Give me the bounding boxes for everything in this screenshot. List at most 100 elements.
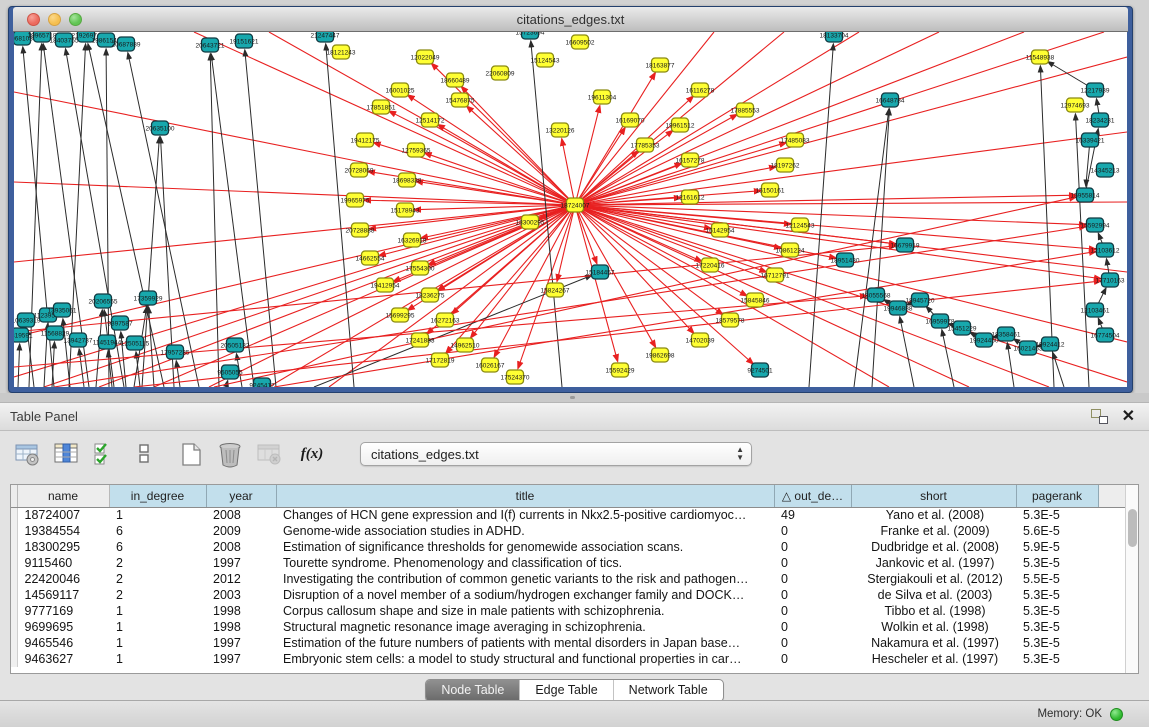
cell-name[interactable]: 9465546 [17,635,109,651]
cell-in_degree[interactable]: 1 [109,651,206,667]
table-row[interactable]: 946554611997Estimation of the future num… [11,635,1127,651]
cell-year[interactable]: 2009 [206,523,276,539]
splitter-handle[interactable] [570,396,575,399]
cell-year[interactable]: 1998 [206,603,276,619]
table-selector-dropdown[interactable]: citations_edges.txt ▲▼ [360,442,752,466]
network-window-titlebar[interactable]: citations_edges.txt [13,7,1128,32]
cell-in_degree[interactable]: 1 [109,635,206,651]
cell-year[interactable]: 2012 [206,571,276,587]
cell-short[interactable]: Yano et al. (2008) [851,507,1016,523]
panel-splitter[interactable] [0,393,1149,402]
function-builder-icon[interactable]: f(x) [297,440,327,468]
cell-short[interactable]: Jankovic et al. (1997) [851,555,1016,571]
column-header-title[interactable]: title [276,485,774,507]
cell-name[interactable]: 9115460 [17,555,109,571]
table-row[interactable]: 1938455462009Genome-wide association stu… [11,523,1127,539]
cell-name[interactable]: 9777169 [17,603,109,619]
float-window-icon[interactable] [1091,409,1108,424]
table-mode-icon[interactable] [12,440,42,468]
node-table[interactable]: namein_degreeyeartitle△ out_de…shortpage… [10,484,1139,674]
cell-name[interactable]: 9699695 [17,619,109,635]
cell-short[interactable]: Franke et al. (2009) [851,523,1016,539]
cell-in_degree[interactable]: 6 [109,539,206,555]
cell-name[interactable]: 18300295 [17,539,109,555]
cell-out_de[interactable]: 0 [774,539,851,555]
table-row[interactable]: 2242004622012Investigating the contribut… [11,571,1127,587]
cell-in_degree[interactable]: 6 [109,523,206,539]
cell-pagerank[interactable]: 5.3E-5 [1016,507,1098,523]
cell-name[interactable]: 22420046 [17,571,109,587]
cell-in_degree[interactable]: 2 [109,571,206,587]
select-columns-icon[interactable] [90,440,120,468]
cell-out_de[interactable]: 0 [774,603,851,619]
cell-short[interactable]: Wolkin et al. (1998) [851,619,1016,635]
cell-year[interactable]: 1998 [206,619,276,635]
new-table-icon[interactable] [176,440,206,468]
cell-title[interactable]: Corpus callosum shape and size in male p… [276,603,774,619]
cell-out_de[interactable]: 0 [774,555,851,571]
column-header-name[interactable]: name [17,485,109,507]
minimize-window-button[interactable] [48,13,61,26]
delete-columns-icon[interactable] [215,440,245,468]
column-header-short[interactable]: short [851,485,1016,507]
cell-out_de[interactable]: 0 [774,571,851,587]
cell-title[interactable]: Genome-wide association studies in ADHD. [276,523,774,539]
cell-title[interactable]: Estimation of the future numbers of pati… [276,635,774,651]
column-header-year[interactable]: year [206,485,276,507]
cell-pagerank[interactable]: 5.3E-5 [1016,635,1098,651]
citation-network-graph[interactable]: 1872400718300295206810301996571818403755… [14,32,1127,387]
cell-name[interactable]: 9463627 [17,651,109,667]
zoom-window-button[interactable] [69,13,82,26]
cell-short[interactable]: de Silva et al. (2003) [851,587,1016,603]
table-row[interactable]: 1830029562008Estimation of significance … [11,539,1127,555]
cell-pagerank[interactable]: 5.3E-5 [1016,555,1098,571]
cell-pagerank[interactable]: 5.9E-5 [1016,539,1098,555]
scrollbar-thumb[interactable] [1128,509,1137,547]
close-panel-icon[interactable]: ✕ [1122,409,1135,424]
cell-pagerank[interactable]: 5.6E-5 [1016,523,1098,539]
table-row[interactable]: 969969511998Structural magnetic resonanc… [11,619,1127,635]
table-row[interactable]: 977716911998Corpus callosum shape and si… [11,603,1127,619]
show-column-icon[interactable] [51,440,81,468]
column-header-in_degree[interactable]: in_degree [109,485,206,507]
cell-in_degree[interactable]: 1 [109,603,206,619]
network-canvas[interactable]: 1872400718300295206810301996571818403755… [14,32,1127,387]
column-header-pagerank[interactable]: pagerank [1016,485,1098,507]
cell-year[interactable]: 1997 [206,635,276,651]
cell-title[interactable]: Estimation of significance thresholds fo… [276,539,774,555]
cell-year[interactable]: 2003 [206,587,276,603]
cell-short[interactable]: Stergiakouli et al. (2012) [851,571,1016,587]
cell-name[interactable]: 19384554 [17,523,109,539]
cell-out_de[interactable]: 0 [774,651,851,667]
table-row[interactable]: 1456911722003Disruption of a novel membe… [11,587,1127,603]
cell-pagerank[interactable]: 5.3E-5 [1016,651,1098,667]
tab-node-table[interactable]: Node Table [426,680,520,701]
cell-name[interactable]: 18724007 [17,507,109,523]
cell-year[interactable]: 2008 [206,539,276,555]
cell-title[interactable]: Changes of HCN gene expression and I(f) … [276,507,774,523]
cell-name[interactable]: 14569117 [17,587,109,603]
cell-in_degree[interactable]: 1 [109,507,206,523]
cell-title[interactable]: Embryonic stem cells: a model to study s… [276,651,774,667]
cell-out_de[interactable]: 0 [774,523,851,539]
cell-year[interactable]: 1997 [206,651,276,667]
cell-in_degree[interactable]: 1 [109,619,206,635]
cell-pagerank[interactable]: 5.3E-5 [1016,587,1098,603]
cell-out_de[interactable]: 49 [774,507,851,523]
cell-short[interactable]: Hescheler et al. (1997) [851,651,1016,667]
cell-out_de[interactable]: 0 [774,587,851,603]
cell-pagerank[interactable]: 5.3E-5 [1016,603,1098,619]
cell-year[interactable]: 1997 [206,555,276,571]
table-row[interactable]: 946362711997Embryonic stem cells: a mode… [11,651,1127,667]
table-vertical-scrollbar[interactable] [1125,485,1138,673]
cell-title[interactable]: Structural magnetic resonance image aver… [276,619,774,635]
cell-out_de[interactable]: 0 [774,635,851,651]
cell-in_degree[interactable]: 2 [109,587,206,603]
tab-network-table[interactable]: Network Table [614,680,723,701]
cell-in_degree[interactable]: 2 [109,555,206,571]
cell-pagerank[interactable]: 5.3E-5 [1016,619,1098,635]
cell-short[interactable]: Tibbo et al. (1998) [851,603,1016,619]
cell-pagerank[interactable]: 5.5E-5 [1016,571,1098,587]
table-row[interactable]: 911546021997Tourette syndrome. Phenomeno… [11,555,1127,571]
cell-title[interactable]: Tourette syndrome. Phenomenology and cla… [276,555,774,571]
